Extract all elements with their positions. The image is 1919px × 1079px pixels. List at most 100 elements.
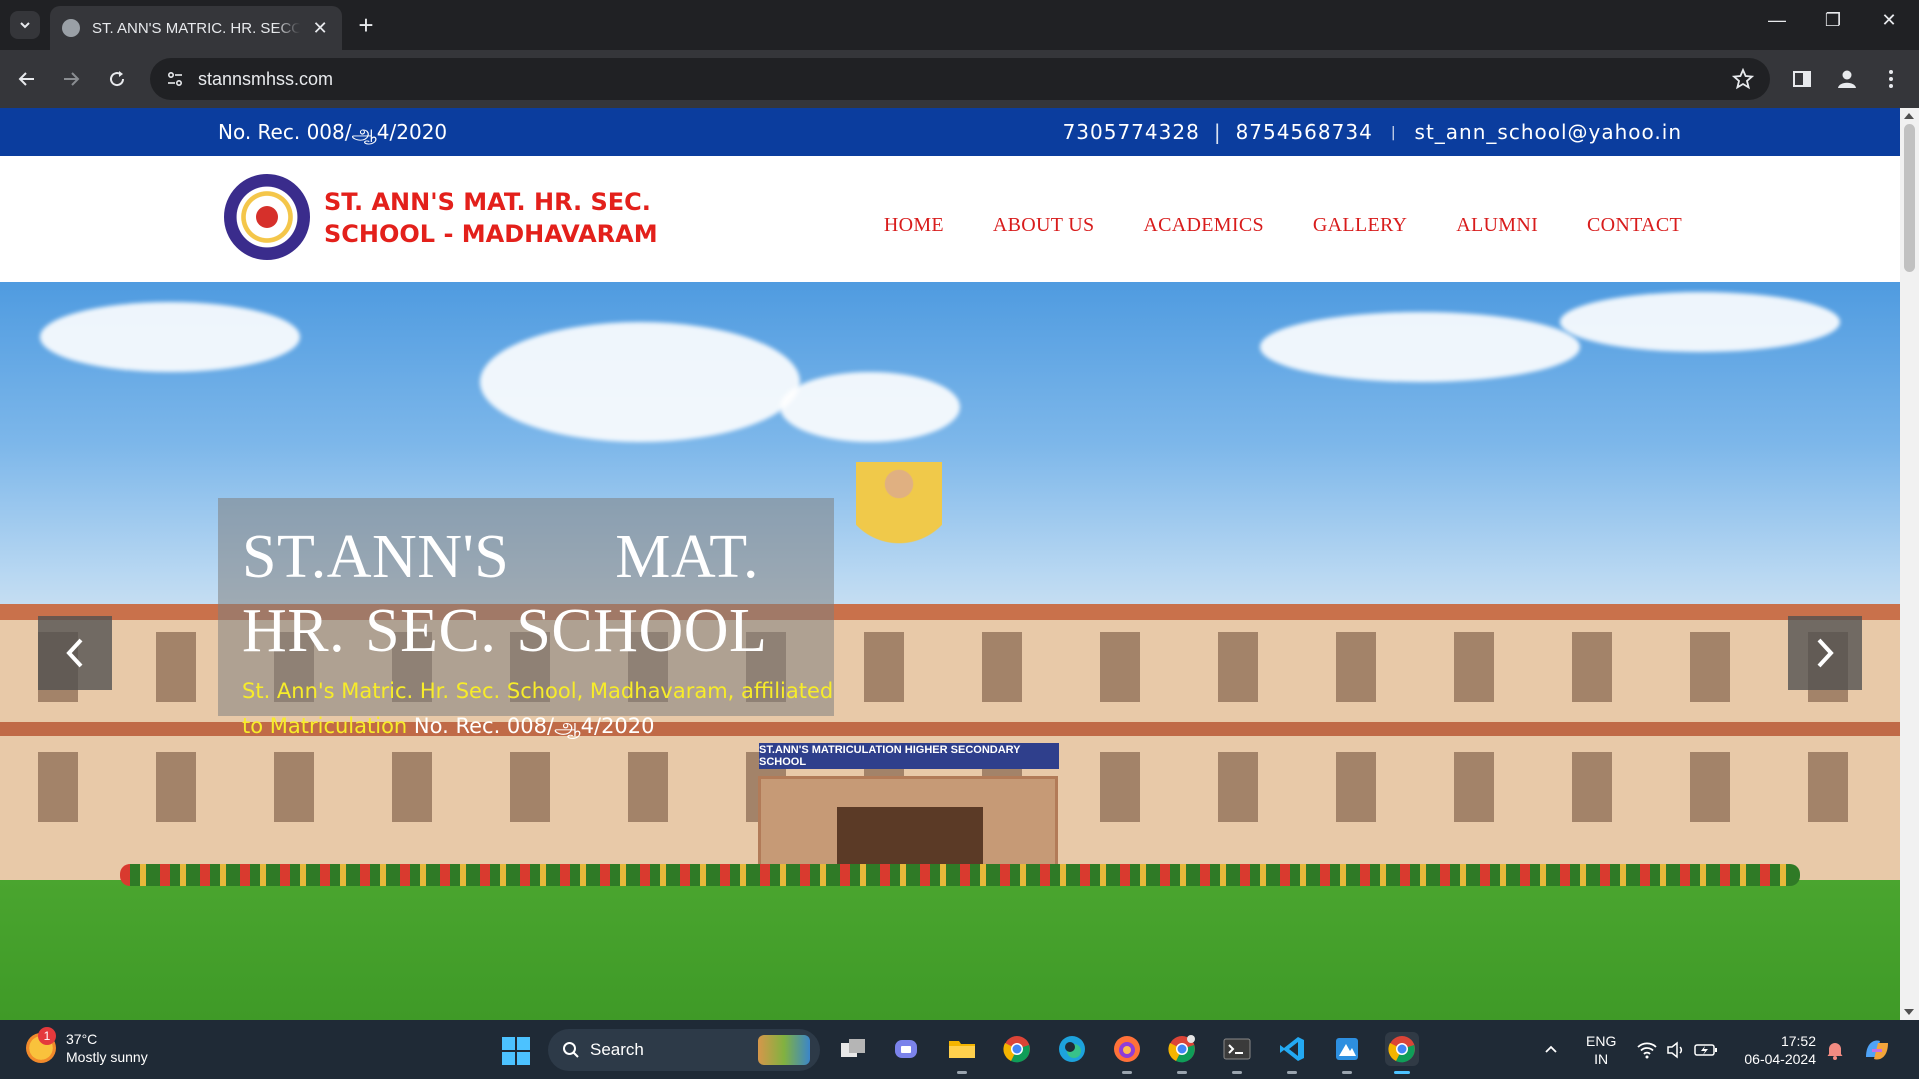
taskbar-search[interactable]: Search (548, 1029, 820, 1071)
browser-tab-bar: ST. ANN'S MATRIC. HR. SECONDARY SCHOOL ✕… (0, 0, 1919, 50)
side-panel-button[interactable] (1787, 64, 1817, 94)
volume-icon[interactable] (1666, 1020, 1686, 1079)
language-indicator[interactable]: ENG IN (1586, 1032, 1616, 1068)
edge-icon[interactable] (1055, 1032, 1089, 1066)
nav-academics[interactable]: ACADEMICS (1143, 214, 1264, 237)
photos-app-icon[interactable] (1330, 1032, 1364, 1074)
globe-icon (62, 19, 80, 37)
chevron-up-icon (1545, 1045, 1557, 1053)
hero-carousel: ST.ANN'S MATRICULATION HIGHER SECONDARY … (0, 282, 1900, 1020)
battery-icon[interactable] (1694, 1020, 1718, 1079)
brand-name[interactable]: ST. ANN'S MAT. HR. SEC. SCHOOL - MADHAVA… (324, 186, 658, 250)
language-code: ENG (1586, 1033, 1617, 1049)
search-placeholder: Search (590, 1040, 644, 1059)
address-bar[interactable]: stannsmhss.com (150, 58, 1770, 100)
cloud (780, 372, 960, 442)
browser-menu-button[interactable] (1876, 64, 1906, 94)
teams-chat-icon[interactable] (890, 1032, 924, 1066)
cloud (1560, 292, 1840, 352)
clock-date: 06-04-2024 (1744, 1051, 1816, 1067)
wifi-icon[interactable] (1636, 1020, 1658, 1079)
hero-subtitle-recognition: No. Rec. 008/ஆ4/2020 (413, 714, 655, 738)
page-viewport: No. Rec. 008/ஆ4/2020 7305774328 | 87545687… (0, 108, 1900, 1020)
hero-title-line-2: HR. SEC. SCHOOL (242, 597, 768, 665)
nav-about-us[interactable]: ABOUT US (993, 214, 1095, 237)
notification-bell-icon[interactable] (1825, 1020, 1845, 1079)
browser-toolbar: stannsmhss.com (0, 50, 1919, 108)
start-button[interactable] (502, 1037, 530, 1065)
phone-link-2[interactable]: 8754568734 (1236, 120, 1373, 144)
chrome-icon[interactable] (1000, 1032, 1034, 1066)
file-explorer-icon[interactable] (945, 1032, 979, 1074)
email-link[interactable]: st_ann_school@yahoo.in (1415, 120, 1682, 144)
bookmark-star-icon[interactable] (1731, 67, 1755, 95)
page-scrollbar[interactable] (1900, 108, 1919, 1020)
chevron-right-icon (1817, 638, 1834, 668)
copilot-icon[interactable] (1862, 1020, 1892, 1079)
site-header: ST. ANN'S MAT. HR. SEC. SCHOOL - MADHAVA… (0, 156, 1900, 282)
task-view-icon[interactable] (836, 1032, 870, 1066)
chrome-active-icon[interactable] (1385, 1032, 1419, 1074)
vscode-icon[interactable] (1275, 1032, 1309, 1074)
url-text: stannsmhss.com (198, 68, 334, 89)
close-tab-icon[interactable]: ✕ (310, 18, 330, 39)
temperature: 37°C (66, 1031, 98, 1047)
school-logo[interactable] (224, 174, 310, 260)
region-code: IN (1594, 1051, 1609, 1067)
nav-home[interactable]: HOME (884, 214, 944, 237)
show-hidden-icons[interactable] (1543, 1020, 1559, 1079)
restore-button[interactable]: ❐ (1813, 10, 1853, 31)
flower-bed (120, 864, 1800, 886)
statue (856, 462, 942, 572)
close-window-button[interactable]: ✕ (1869, 10, 1909, 31)
system-clock[interactable]: 17:52 06-04-2024 (1738, 1032, 1816, 1068)
weather-widget[interactable]: 1 37°C Mostly sunny (26, 1027, 148, 1066)
recognition-number: No. Rec. 008/ஆ4/2020 (218, 120, 448, 144)
hero-title-line-1: ST.ANN'S MAT. (242, 523, 760, 591)
new-tab-button[interactable]: + (352, 12, 380, 38)
nav-gallery[interactable]: GALLERY (1313, 214, 1407, 237)
tab-search-button[interactable] (10, 11, 40, 39)
hero-title: ST.ANN'S MAT. HR. SEC. SCHOOL (242, 520, 810, 668)
search-highlight-image (758, 1035, 810, 1065)
lawn (0, 880, 1900, 1020)
entrance-sign: ST.ANN'S MATRICULATION HIGHER SECONDARY … (759, 743, 1059, 769)
terminal-icon[interactable] (1220, 1032, 1254, 1074)
forward-button[interactable] (56, 64, 86, 94)
back-button[interactable] (12, 64, 42, 94)
hero-subtitle: St. Ann's Matric. Hr. Sec. School, Madha… (242, 674, 842, 744)
brand-line-1: ST. ANN'S MAT. HR. SEC. (324, 188, 651, 216)
nav-contact[interactable]: CONTACT (1587, 214, 1682, 237)
profile-button[interactable] (1832, 64, 1862, 94)
scroll-up-arrow[interactable] (1904, 113, 1914, 119)
reload-button[interactable] (102, 64, 132, 94)
chevron-down-icon (20, 22, 30, 29)
divider: | (1390, 125, 1397, 141)
carousel-prev-button[interactable] (38, 616, 112, 690)
minimize-button[interactable]: — (1757, 10, 1797, 31)
reload-icon (110, 71, 125, 87)
site-info-icon[interactable] (164, 68, 186, 90)
search-icon (563, 1042, 579, 1058)
scroll-down-arrow[interactable] (1904, 1009, 1914, 1015)
contact-info: 7305774328 | 8754568734 | st_ann_school@yaho… (1063, 120, 1682, 144)
hero-caption: ST.ANN'S MAT. HR. SEC. SCHOOL St. Ann's … (218, 498, 834, 738)
browser-tab[interactable]: ST. ANN'S MATRIC. HR. SECONDARY SCHOOL ✕ (50, 6, 342, 50)
contact-topbar: No. Rec. 008/ஆ4/2020 7305774328 | 87545687… (0, 108, 1900, 156)
nav-alumni[interactable]: ALUMNI (1456, 214, 1538, 237)
tab-title: ST. ANN'S MATRIC. HR. SECONDARY SCHOOL (92, 19, 301, 37)
weather-condition: Mostly sunny (66, 1049, 148, 1065)
cloud (1260, 312, 1580, 382)
kebab-menu-icon (1889, 70, 1893, 88)
phone-link-1[interactable]: 7305774328 (1063, 120, 1200, 144)
sun-icon: 1 (26, 1027, 56, 1063)
scrollbar-thumb[interactable] (1904, 124, 1915, 272)
carousel-next-button[interactable] (1788, 616, 1862, 690)
cloud (40, 302, 300, 372)
chrome-profile-icon[interactable] (1165, 1032, 1199, 1074)
arrow-left-icon (18, 72, 34, 86)
notification-badge: 1 (38, 1027, 56, 1045)
arrow-right-icon (64, 72, 80, 86)
brand-line-2: SCHOOL - MADHAVARAM (324, 220, 658, 248)
firefox-icon[interactable] (1110, 1032, 1144, 1074)
